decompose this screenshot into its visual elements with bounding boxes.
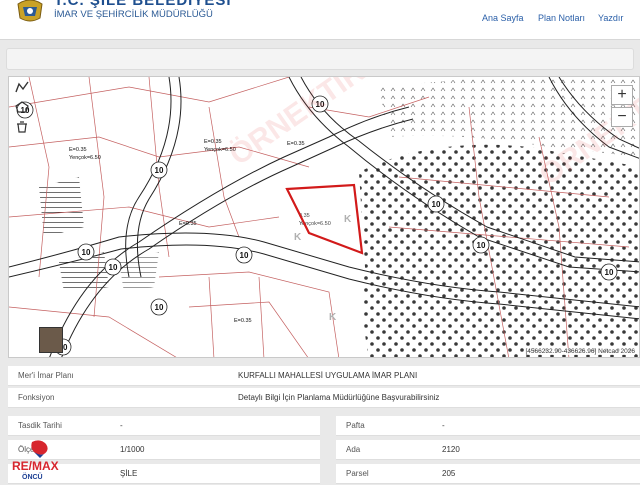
zoning-label: E=0.35	[179, 221, 197, 227]
plan-row: Mer'i İmar Planı KURFALLI MAHALLESİ UYGU…	[8, 366, 640, 386]
block-value: 2120	[442, 445, 460, 454]
approval-date-row: Tasdik Tarihi -	[8, 416, 320, 436]
sheet-row: Pafta -	[336, 416, 640, 436]
zoning-map[interactable]: 10 10 10 10 10 10 10 10 10 10 10 E=0.35 …	[8, 76, 640, 358]
zoom-out-button[interactable]: −	[611, 107, 633, 127]
svg-text:ÖNCÜ: ÖNCÜ	[22, 472, 43, 480]
trash-icon[interactable]	[13, 121, 31, 135]
parcel-row: Parsel 205	[336, 464, 640, 484]
municipality-title: T.C. ŞİLE BELEDİYESİ	[54, 0, 232, 9]
municipality-logo	[14, 0, 46, 24]
zoning-label: E=0.35	[234, 318, 252, 324]
zoning-plan-drawing: 10 10 10 10 10 10 10 10 10 10 10 E=0.35 …	[9, 77, 639, 357]
road-width-label: 10	[82, 248, 91, 257]
zoning-label: Yençok=6.50	[69, 155, 101, 161]
draw-icon[interactable]	[13, 81, 31, 95]
parcel-marker: K	[329, 312, 337, 323]
block-row: Ada 2120	[336, 440, 640, 460]
coordinate-readout: [4566232.90-436626.96] Netcad 2026	[525, 348, 635, 355]
header: T.C. ŞİLE BELEDİYESİ İMAR VE ŞEHİRCİLİK …	[0, 0, 640, 40]
approval-date-value: -	[120, 421, 123, 430]
parcel-label: Parsel	[346, 469, 369, 478]
parcel-value: 205	[442, 469, 456, 478]
zoning-label: E=0.35	[204, 139, 222, 145]
road-width-label: 10	[155, 303, 164, 312]
road-width-label: 10	[432, 200, 441, 209]
street-view-thumbnail[interactable]	[39, 327, 63, 353]
zoning-label: E=0.35	[287, 141, 305, 147]
zoom-in-button[interactable]: +	[611, 85, 633, 105]
zoning-label: Yençok=6.50	[204, 147, 236, 153]
road-width-label: 10	[477, 241, 486, 250]
sheet-value: -	[442, 421, 445, 430]
scale-value: 1/1000	[120, 445, 145, 454]
nav-print-link[interactable]: Yazdır	[598, 13, 623, 23]
plan-label: Mer'i İmar Planı	[18, 371, 74, 380]
nav-home-link[interactable]: Ana Sayfa	[482, 13, 524, 23]
block-label: Ada	[346, 445, 361, 454]
district-value: ŞİLE	[120, 469, 138, 478]
function-value: Detaylı Bilgi İçin Planlama Müdürlüğüne …	[238, 393, 440, 402]
plan-value: KURFALLI MAHALLESİ UYGULAMA İMAR PLANI	[238, 371, 418, 380]
approval-date-label: Tasdik Tarihi	[18, 421, 62, 430]
road-width-label: 10	[605, 268, 614, 277]
polygon-icon[interactable]	[13, 101, 31, 115]
parcel-marker: K	[344, 214, 352, 225]
function-row: Fonksiyon Detaylı Bilgi İçin Planlama Mü…	[8, 388, 640, 408]
function-label: Fonksiyon	[18, 393, 55, 402]
toolbar-strip	[6, 48, 634, 70]
remax-logo: RE/MAX ÖNCÜ	[10, 440, 80, 481]
road-width-label: 10	[155, 166, 164, 175]
svg-text:RE/MAX: RE/MAX	[12, 459, 59, 473]
sheet-label: Pafta	[346, 421, 365, 430]
department-title: İMAR VE ŞEHİRCİLİK MÜDÜRLÜĞÜ	[54, 9, 213, 20]
nav-plan-notes-link[interactable]: Plan Notları	[538, 13, 585, 23]
road-width-label: 10	[240, 251, 249, 260]
zoning-label: E=0.35	[69, 147, 87, 153]
parcel-marker: K	[294, 232, 302, 243]
road-width-label: 10	[316, 100, 325, 109]
road-width-label: 10	[109, 263, 118, 272]
